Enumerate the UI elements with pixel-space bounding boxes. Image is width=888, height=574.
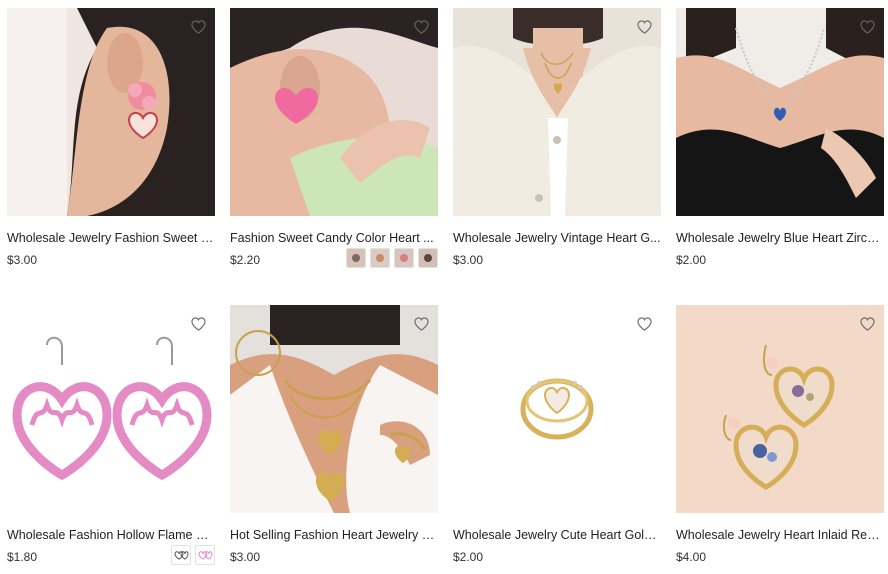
product-price: $2.00 (453, 550, 484, 564)
color-swatches (171, 545, 215, 565)
favorite-heart-icon[interactable] (635, 18, 653, 36)
favorite-heart-icon[interactable] (858, 18, 876, 36)
product-image[interactable] (453, 305, 661, 513)
product-price: $3.00 (230, 550, 261, 564)
color-swatch[interactable] (171, 545, 191, 565)
color-swatch[interactable] (346, 248, 366, 268)
product-image[interactable] (676, 8, 884, 216)
color-swatches (346, 248, 438, 268)
product-title[interactable]: Wholesale Jewelry Vintage Heart G... (453, 230, 661, 246)
product-title[interactable]: Wholesale Jewelry Heart Inlaid Real... (676, 527, 884, 543)
product-title[interactable]: Fashion Sweet Candy Color Heart ... (230, 230, 438, 246)
product-price: $3.00 (7, 253, 38, 267)
product-price: $1.80 (7, 550, 38, 564)
product-image[interactable] (453, 8, 661, 216)
color-swatch[interactable] (195, 545, 215, 565)
product-title[interactable]: Wholesale Jewelry Blue Heart Zirco... (676, 230, 884, 246)
product-price: $2.00 (676, 253, 707, 267)
color-swatch[interactable] (370, 248, 390, 268)
favorite-heart-icon[interactable] (189, 315, 207, 333)
product-image[interactable] (7, 8, 215, 216)
favorite-heart-icon[interactable] (189, 18, 207, 36)
product-title[interactable]: Wholesale Fashion Hollow Flame H... (7, 527, 215, 543)
product-price: $4.00 (676, 550, 707, 564)
product-image[interactable] (7, 305, 215, 513)
product-image[interactable] (230, 8, 438, 216)
favorite-heart-icon[interactable] (858, 315, 876, 333)
color-swatch[interactable] (394, 248, 414, 268)
favorite-heart-icon[interactable] (412, 315, 430, 333)
product-title[interactable]: Hot Selling Fashion Heart Jewelry Set (230, 527, 438, 543)
color-swatch[interactable] (418, 248, 438, 268)
product-image[interactable] (676, 305, 884, 513)
product-image[interactable] (230, 305, 438, 513)
product-title[interactable]: Wholesale Jewelry Fashion Sweet F... (7, 230, 215, 246)
product-price: $2.20 (230, 253, 261, 267)
favorite-heart-icon[interactable] (412, 18, 430, 36)
favorite-heart-icon[interactable] (635, 315, 653, 333)
product-title[interactable]: Wholesale Jewelry Cute Heart Gold ... (453, 527, 661, 543)
product-price: $3.00 (453, 253, 484, 267)
